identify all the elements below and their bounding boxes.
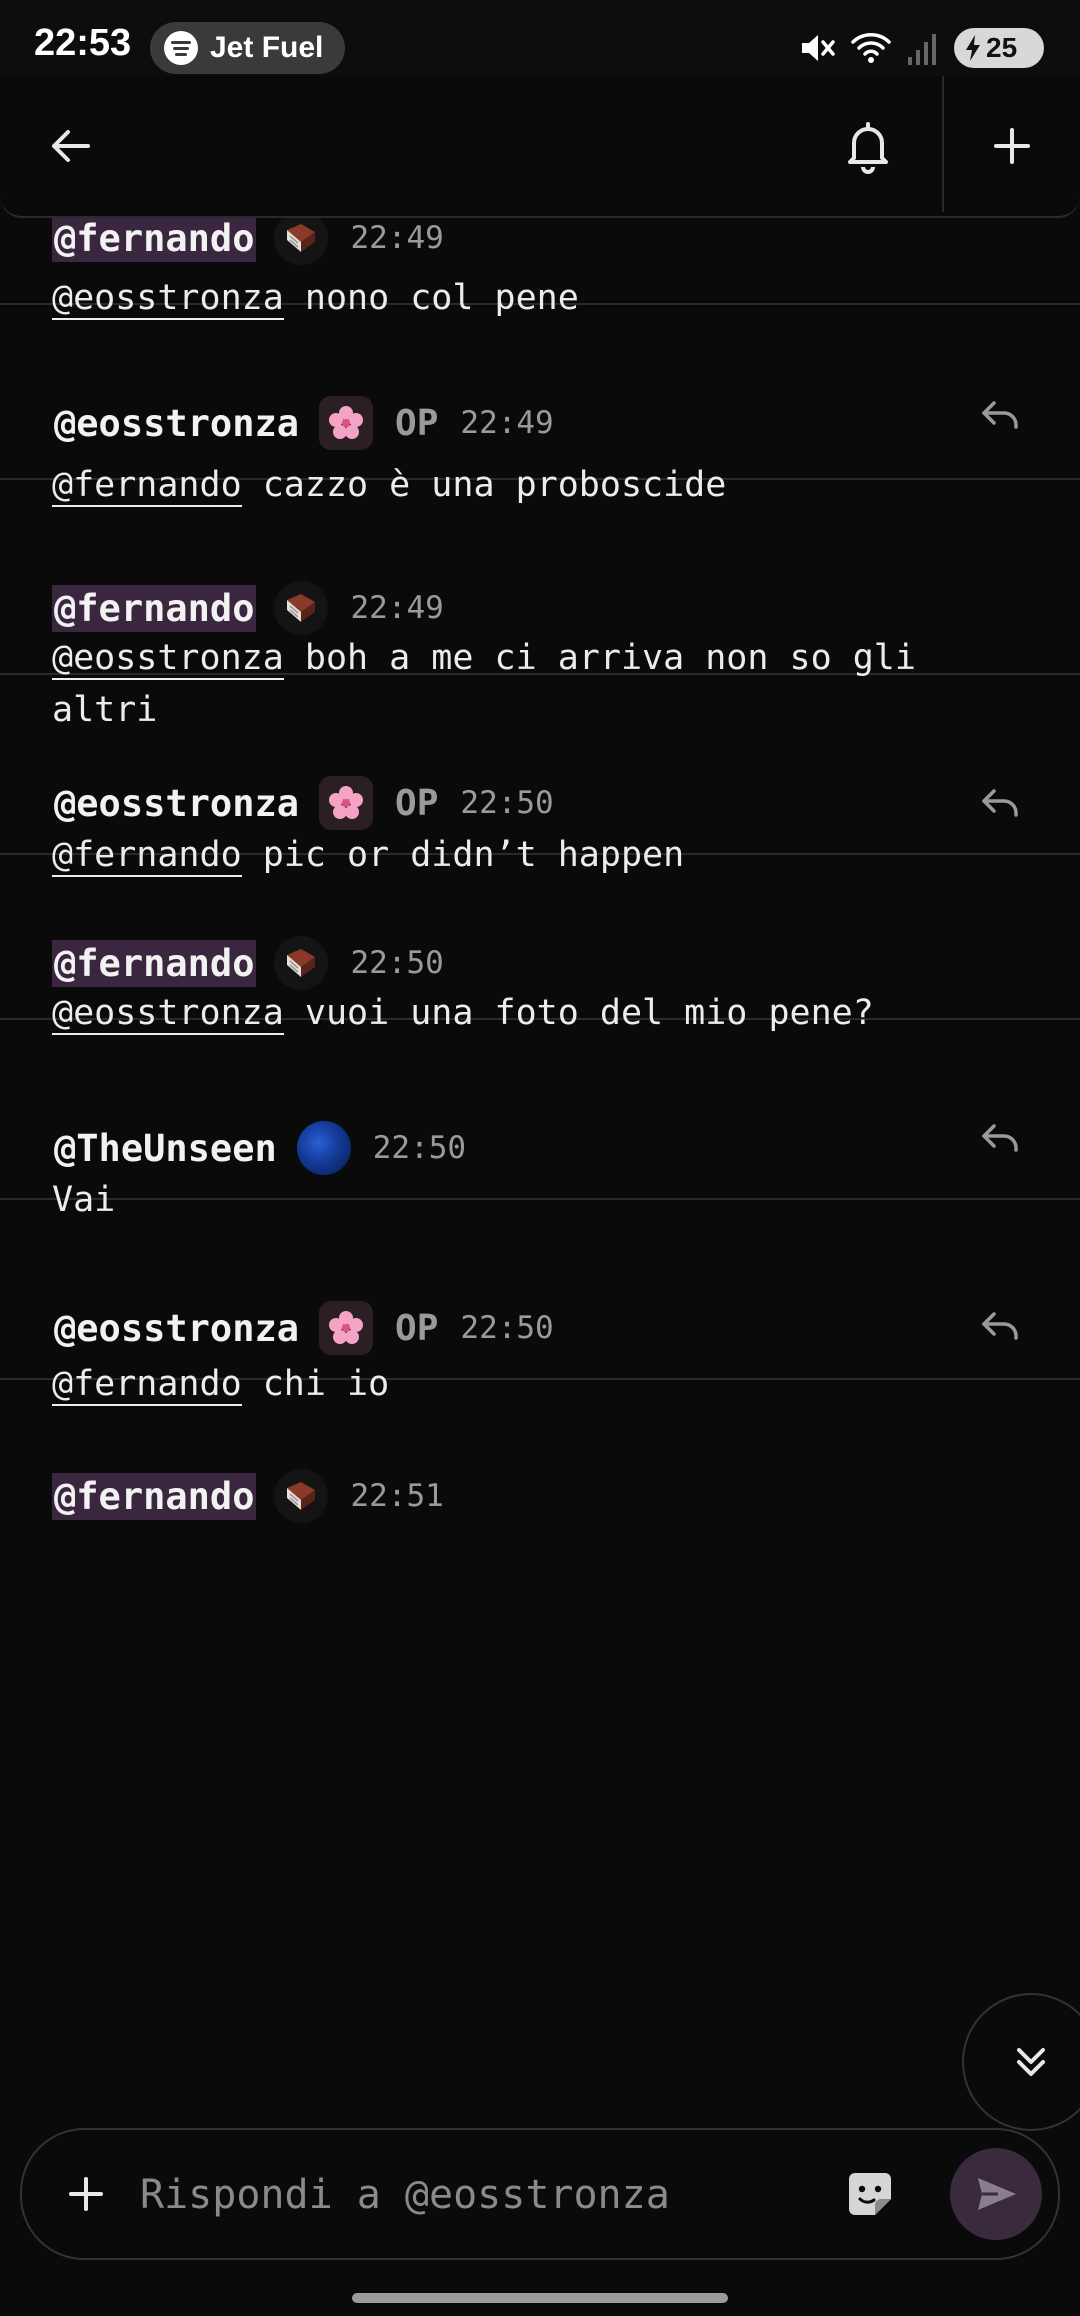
username[interactable]: @TheUnseen [52, 1125, 279, 1172]
message-item[interactable]: @eosstronza OP 22:49 @fernando cazzo è una … [0, 303, 1080, 507]
top-toolbar [0, 76, 1080, 218]
username[interactable]: @fernando [52, 218, 257, 262]
message-feed[interactable]: @fernando 22:49 @eosstronza nono col pene @… [0, 218, 1080, 2130]
reply-button[interactable] [972, 387, 1028, 443]
username[interactable]: @fernando [52, 1472, 257, 1520]
timestamp: 22:50 [460, 785, 554, 821]
reply-button[interactable] [972, 1110, 1028, 1166]
status-time: 22:53 [34, 22, 132, 64]
message-item[interactable]: @eosstronza OP 22:50 @fernando pic or didn’… [0, 673, 1080, 877]
spotify-icon [164, 31, 198, 65]
avatar[interactable] [274, 581, 329, 635]
timestamp: 22:49 [460, 405, 554, 441]
double-chevron-down-icon [1017, 2048, 1045, 2076]
reply-icon [982, 1124, 1018, 1152]
reply-button[interactable] [972, 1298, 1028, 1354]
op-badge: OP [395, 402, 439, 444]
avatar[interactable] [274, 936, 329, 990]
username[interactable]: @eosstronza [52, 780, 301, 827]
timestamp: 22:49 [350, 220, 444, 256]
message-item[interactable]: @fernando 22:49 @eosstronza boh a me ci ar… [0, 478, 1080, 730]
message-header: @fernando 22:51 [52, 1466, 444, 1526]
wifi-icon [851, 33, 891, 63]
avatar[interactable] [319, 1301, 374, 1355]
avatar[interactable] [274, 218, 329, 265]
message-header: @fernando 22:49 [52, 218, 444, 268]
message-header: @eosstronza OP 22:50 [52, 773, 554, 833]
reply-icon [982, 1312, 1018, 1340]
timestamp: 22:51 [350, 1478, 444, 1514]
mute-icon [802, 35, 835, 61]
cherry-blossom-icon [329, 406, 364, 439]
book-icon [287, 594, 316, 622]
status-icons: 25 [796, 24, 1044, 72]
book-icon [287, 224, 316, 252]
send-icon [978, 2178, 1016, 2210]
reply-input[interactable] [138, 2152, 832, 2238]
message-header: @eosstronza OP 22:49 [52, 393, 554, 453]
message-item[interactable]: @eosstronza OP 22:50 @fernando chi io [0, 1198, 1080, 1406]
message-header: @TheUnseen 22:50 [52, 1118, 466, 1178]
media-pill[interactable]: Jet Fuel [150, 22, 346, 74]
attach-button[interactable] [52, 2160, 120, 2228]
charging-icon [966, 35, 980, 61]
timestamp: 22:49 [350, 590, 444, 626]
add-button[interactable] [942, 76, 1080, 216]
avatar[interactable] [319, 776, 374, 830]
op-badge: OP [395, 782, 439, 824]
message-item[interactable]: @fernando 22:49 @eosstronza nono col pene [0, 218, 1080, 320]
reply-icon [982, 401, 1018, 429]
message-header: @fernando 22:49 [52, 578, 444, 638]
bell-icon [848, 122, 888, 174]
arrow-left-icon [52, 130, 90, 162]
home-indicator[interactable] [352, 2293, 728, 2303]
send-button[interactable] [950, 2148, 1042, 2240]
battery-level: 25 [986, 32, 1018, 63]
reply-composer [20, 2128, 1060, 2260]
op-badge: OP [395, 1307, 439, 1349]
username[interactable]: @fernando [52, 584, 257, 632]
book-icon [287, 1482, 316, 1510]
message-header: @eosstronza OP 22:50 [52, 1298, 554, 1358]
timestamp: 22:50 [372, 1130, 467, 1166]
message-item[interactable]: @fernando 22:50 @eosstronza vuoi una foto … [0, 853, 1080, 1035]
plus-icon [994, 128, 1030, 164]
status-bar: 22:53 Jet Fuel 25 [0, 0, 1080, 76]
notifications-button[interactable] [798, 76, 938, 216]
message-item[interactable]: @fernando 22:51 [0, 1378, 1080, 1578]
book-icon [287, 949, 316, 977]
avatar[interactable] [296, 1121, 351, 1175]
scroll-to-bottom-button[interactable] [962, 1993, 1080, 2131]
battery-indicator: 25 [954, 28, 1044, 68]
reply-icon [982, 789, 1018, 817]
signal-icon [908, 34, 936, 65]
sticker-icon [849, 2173, 891, 2215]
avatar[interactable] [274, 1469, 329, 1523]
message-header: @fernando 22:50 [52, 933, 444, 993]
cherry-blossom-icon [329, 1311, 364, 1344]
media-title: Jet Fuel [210, 31, 324, 64]
back-button[interactable] [0, 76, 140, 216]
cherry-blossom-icon [329, 786, 364, 819]
navigation-bar [0, 2276, 1080, 2316]
reply-button[interactable] [972, 775, 1028, 831]
timestamp: 22:50 [460, 1310, 554, 1346]
message-item[interactable]: @TheUnseen 22:50 Vai [0, 1018, 1080, 1220]
avatar[interactable] [319, 396, 374, 450]
username[interactable]: @eosstronza [52, 400, 301, 447]
plus-icon [69, 2177, 103, 2211]
username[interactable]: @eosstronza [52, 1305, 301, 1352]
timestamp: 22:50 [350, 945, 444, 981]
sticker-button[interactable] [840, 2164, 900, 2224]
username[interactable]: @fernando [52, 939, 257, 987]
